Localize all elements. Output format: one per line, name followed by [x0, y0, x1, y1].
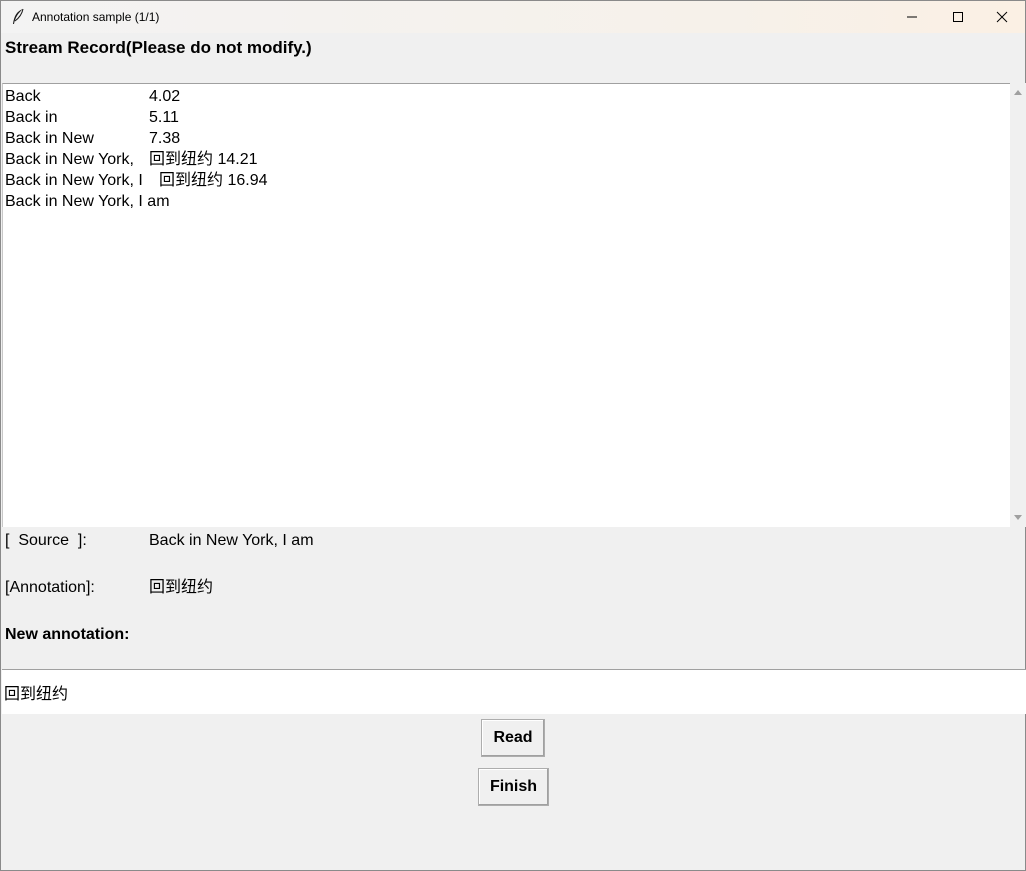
record-row: Back in New York, I am [5, 191, 170, 212]
minimize-button[interactable] [889, 1, 935, 33]
record-source: Back in New York, I am [5, 193, 170, 210]
record-source: Back [5, 88, 41, 105]
close-button[interactable] [979, 1, 1025, 33]
stream-record-heading: Stream Record(Please do not modify.) [5, 38, 312, 57]
annotation-label: [Annotation]: [5, 579, 95, 596]
record-row: Back 4.02 [5, 86, 180, 107]
record-row: Back in 5.11 [5, 107, 179, 128]
source-label: [ Source ]: [5, 532, 87, 549]
minimize-icon [907, 16, 917, 18]
close-icon [996, 11, 1008, 23]
record-value: 4.02 [149, 88, 181, 105]
record-value: 7.38 [149, 130, 181, 147]
annotation-value: 回到纽约 [149, 579, 214, 596]
finish-button[interactable]: Finish [478, 768, 549, 806]
scroll-up-arrow-icon[interactable] [1013, 88, 1023, 96]
record-value: 回到纽约 16.94 [159, 172, 268, 189]
record-row: Back in New York, I 回到纽约 16.94 [5, 170, 268, 191]
record-value: 5.11 [149, 109, 179, 126]
record-row: Back in New 7.38 [5, 128, 180, 149]
record-source: Back in New [5, 130, 94, 147]
app-window: Annotation sample (1/1) Stream Record(Pl… [0, 0, 1026, 871]
record-source: Back in New York, I [5, 172, 143, 189]
new-annotation-label: New annotation: [5, 626, 130, 643]
window-title: Annotation sample (1/1) [32, 10, 160, 24]
feather-icon [11, 8, 25, 26]
read-button[interactable]: Read [481, 719, 545, 757]
record-scrollbar[interactable] [1010, 83, 1026, 527]
maximize-button[interactable] [935, 1, 981, 33]
new-annotation-input[interactable] [2, 669, 1026, 714]
record-value: 回到纽约 14.21 [149, 151, 258, 168]
scroll-down-arrow-icon[interactable] [1013, 514, 1023, 522]
stream-record-textbox[interactable]: Back 4.02 Back in 5.11 Back in New 7.38 … [2, 83, 1010, 527]
record-row: Back in New York, 回到纽约 14.21 [5, 149, 258, 170]
title-bar[interactable]: Annotation sample (1/1) [1, 1, 1025, 33]
maximize-icon [953, 12, 963, 22]
record-source: Back in New York, [5, 151, 134, 168]
source-value: Back in New York, I am [149, 532, 314, 549]
record-source: Back in [5, 109, 58, 126]
